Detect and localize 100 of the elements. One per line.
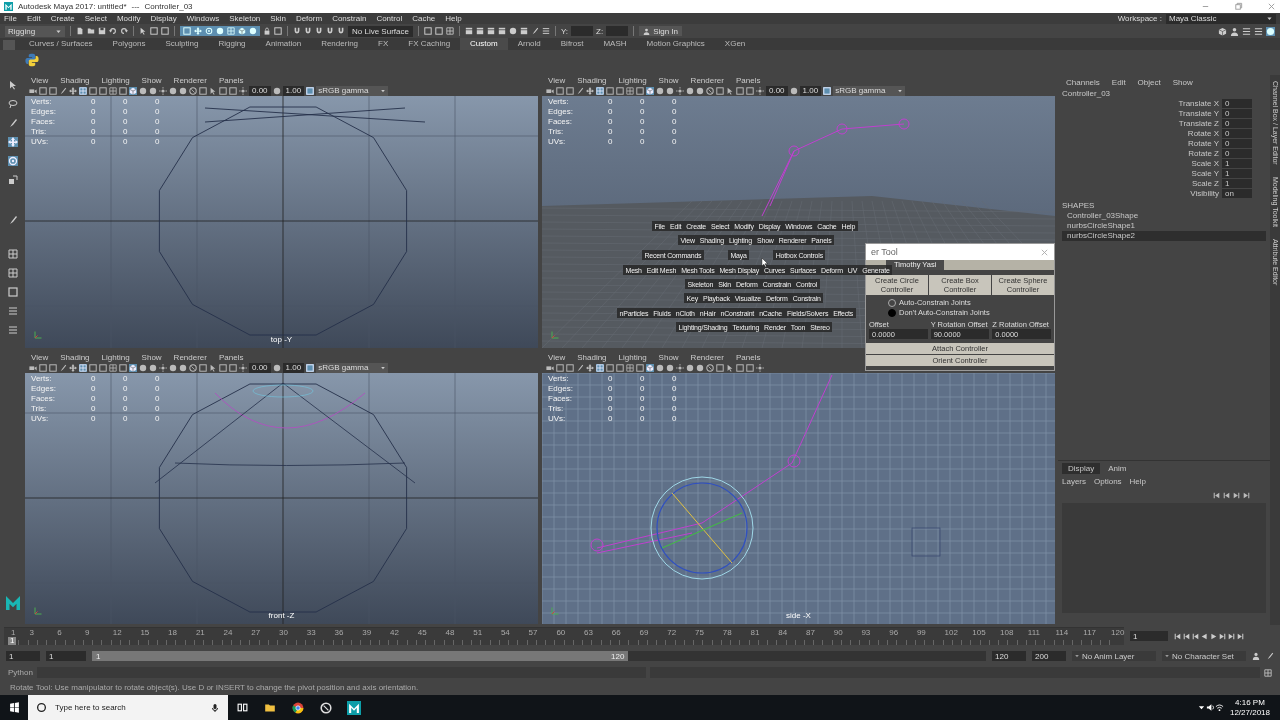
- gamma-field[interactable]: 1.00: [282, 85, 305, 96]
- move-icon[interactable]: [7, 137, 18, 147]
- lock-icon[interactable]: [263, 27, 271, 35]
- channel-value-field[interactable]: 1: [1222, 159, 1252, 168]
- person-icon[interactable]: [1252, 652, 1260, 660]
- undo-icon[interactable]: [109, 27, 117, 35]
- square-icon[interactable]: [434, 27, 443, 35]
- task-view-icon[interactable]: [236, 702, 248, 713]
- square-icon[interactable]: [150, 27, 158, 35]
- panel-menu-item[interactable]: Shading: [577, 75, 607, 85]
- color-space-dropdown[interactable]: sRGB gamma: [316, 362, 389, 373]
- cube-icon[interactable]: [646, 363, 654, 372]
- square-icon[interactable]: [566, 363, 574, 372]
- square-icon[interactable]: [99, 363, 107, 372]
- square-icon[interactable]: [39, 363, 47, 372]
- channel-value-field[interactable]: 1: [1222, 169, 1252, 178]
- time-slider[interactable]: 1 3 6 9 12 15 18 21 24 27 30 33 36 39 42 45 48 51 54 57 60 63 66 69 72 75 78 81 84 87 90 93 96 99 102 105 108 111 114 117 120 1: [4, 627, 1124, 645]
- square-icon[interactable]: [616, 363, 624, 372]
- folder-icon[interactable]: [87, 27, 95, 35]
- panel-menu-item[interactable]: Show: [658, 352, 679, 362]
- square-icon[interactable]: [39, 86, 47, 95]
- arrow-icon[interactable]: [7, 80, 18, 90]
- menu-item[interactable]: Skeleton: [229, 14, 261, 23]
- color-space-dropdown[interactable]: sRGB gamma: [316, 85, 389, 96]
- command-language-label[interactable]: Python: [8, 668, 33, 677]
- arrow-icon[interactable]: [139, 27, 147, 35]
- layer-editor-tab[interactable]: Display: [1062, 463, 1101, 474]
- panel-menu-item[interactable]: Renderer: [690, 75, 724, 85]
- shape-item[interactable]: nurbsCircleShape2: [1062, 231, 1266, 241]
- menu-item[interactable]: Help: [445, 14, 462, 23]
- shape-item[interactable]: nurbsCircleShape1: [1062, 221, 1266, 231]
- radio-button[interactable]: [888, 308, 896, 317]
- speaker-icon[interactable]: [1205, 703, 1215, 712]
- grid-icon[interactable]: [109, 363, 117, 372]
- list-icon[interactable]: [7, 306, 18, 316]
- clapper-icon[interactable]: [486, 27, 495, 35]
- panel-menu-item[interactable]: View: [548, 352, 566, 362]
- clapper-icon[interactable]: [475, 27, 484, 35]
- panel-menu-item[interactable]: Panels: [218, 75, 244, 85]
- square-icon[interactable]: [199, 363, 207, 372]
- wifi-icon[interactable]: [1214, 703, 1224, 712]
- shelf-tab[interactable]: Rendering: [311, 38, 369, 50]
- panel-menu-item[interactable]: Panels: [735, 352, 761, 362]
- light-icon[interactable]: [756, 86, 764, 95]
- sphere-icon[interactable]: [272, 363, 281, 372]
- anim-layer-dropdown[interactable]: No Anim Layer: [1072, 651, 1156, 661]
- clapper-icon[interactable]: [464, 27, 473, 35]
- panel-menu-item[interactable]: Renderer: [690, 352, 724, 362]
- list-icon[interactable]: [1254, 26, 1263, 36]
- square-icon[interactable]: [736, 363, 744, 372]
- shelf-tab[interactable]: FX: [368, 38, 399, 50]
- shelf-tab[interactable]: Rigging: [208, 38, 256, 50]
- step-forward-icon[interactable]: [1243, 492, 1250, 499]
- step-forward-icon[interactable]: [1219, 632, 1226, 640]
- panel-menu-item[interactable]: Lighting: [101, 352, 130, 362]
- layer-menu-item[interactable]: Layers: [1062, 477, 1086, 486]
- arrow-icon[interactable]: [726, 86, 734, 95]
- folder-icon[interactable]: [264, 701, 276, 714]
- menu-item[interactable]: Deform: [295, 14, 323, 23]
- color-space-dropdown[interactable]: sRGB gamma: [833, 85, 906, 96]
- camera-icon[interactable]: [29, 86, 37, 95]
- browser-icon[interactable]: [292, 701, 304, 714]
- grid-icon[interactable]: [445, 27, 454, 35]
- cube-icon[interactable]: [646, 86, 654, 95]
- channel-value-field[interactable]: on: [1222, 189, 1252, 198]
- menu-item[interactable]: Edit: [26, 14, 41, 23]
- square-icon[interactable]: [89, 86, 97, 95]
- current-frame-field[interactable]: 1: [1130, 631, 1168, 641]
- menu-item[interactable]: File: [4, 14, 17, 23]
- panel-menu-item[interactable]: Renderer: [173, 352, 207, 362]
- panel-menu-item[interactable]: Renderer: [173, 75, 207, 85]
- square-icon[interactable]: [49, 86, 57, 95]
- cube-icon[interactable]: [129, 363, 137, 372]
- range-slider-track[interactable]: 1 120: [92, 651, 986, 661]
- cube-icon[interactable]: [1218, 26, 1227, 36]
- arrow-icon[interactable]: [209, 86, 217, 95]
- shelf-tab[interactable]: Motion Graphics: [636, 38, 715, 50]
- shelf-tab[interactable]: Bifrost: [550, 38, 594, 50]
- menu-item[interactable]: Control: [376, 14, 403, 23]
- taskbar-search-field[interactable]: Type here to search: [28, 695, 228, 720]
- list-icon[interactable]: [1242, 26, 1251, 36]
- panel-menu-item[interactable]: View: [548, 75, 566, 85]
- step-back-icon[interactable]: [1223, 492, 1230, 499]
- play-back-icon[interactable]: [1201, 632, 1208, 640]
- python-icon[interactable]: [25, 53, 39, 67]
- shelf-tab[interactable]: Animation: [255, 38, 312, 50]
- live-surface-field[interactable]: No Live Surface: [348, 25, 413, 37]
- light-icon[interactable]: [239, 363, 247, 372]
- shelf-tab[interactable]: Polygons: [102, 38, 156, 50]
- step-back-icon[interactable]: [1174, 632, 1181, 640]
- grid-icon[interactable]: [7, 268, 18, 278]
- panel-menu-item[interactable]: Shading: [60, 75, 90, 85]
- shelf-tab[interactable]: Curves / Surfaces: [19, 38, 103, 50]
- menu-set-dropdown[interactable]: Rigging: [5, 25, 65, 37]
- square-icon[interactable]: [746, 86, 754, 95]
- square-icon[interactable]: [556, 363, 564, 372]
- object-name[interactable]: Controller_03: [1062, 88, 1266, 99]
- maya-logo-icon[interactable]: [5, 596, 20, 610]
- light-icon[interactable]: [159, 86, 167, 95]
- menu-item[interactable]: Select: [84, 14, 107, 23]
